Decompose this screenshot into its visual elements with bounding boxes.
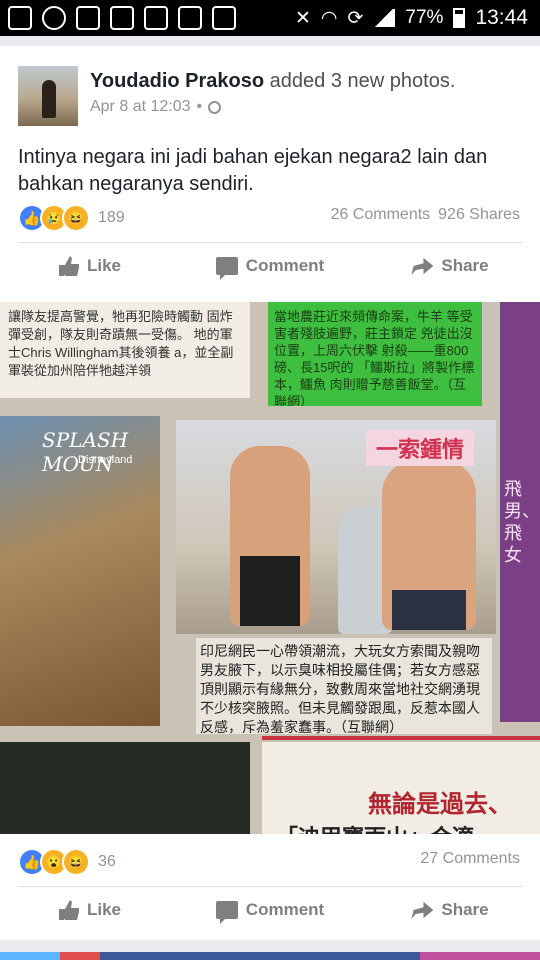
- person-figure: [382, 460, 476, 630]
- thumbs-up-icon: [58, 900, 79, 920]
- newspaper-splash-photo: SPLASH MOUN Disneyland: [0, 416, 160, 726]
- newspaper-main-photo: 一索鍾情: [176, 420, 496, 634]
- comment-button[interactable]: Comment: [180, 888, 360, 932]
- share-button[interactable]: Share: [360, 888, 540, 932]
- reactions-summary[interactable]: 👍 😢 😆 189: [18, 204, 125, 232]
- newspaper-red-rule: [262, 736, 540, 740]
- notification-icons: [8, 6, 236, 30]
- battery-percent: 77%: [405, 7, 444, 28]
- meta-separator: •: [196, 98, 203, 115]
- thumbs-up-icon: [58, 256, 79, 276]
- comment-label: Comment: [245, 900, 325, 919]
- clock: 13:44: [475, 6, 528, 29]
- like-button[interactable]: Like: [0, 244, 180, 288]
- splash-title: SPLASH MOUN: [42, 428, 129, 476]
- newspaper-headline: 無論是過去、: [368, 791, 512, 818]
- person-figure: [230, 446, 310, 626]
- comment-count[interactable]: 27 Comments: [420, 850, 520, 868]
- post-stats: 27 Comments: [420, 850, 520, 868]
- divider: [18, 242, 522, 243]
- pants-shape: [392, 590, 466, 630]
- comment-count[interactable]: 26 Comments: [331, 206, 431, 224]
- share-button[interactable]: Share: [360, 244, 540, 288]
- comment-icon: [215, 257, 238, 280]
- mute-icon: ✕: [294, 7, 311, 29]
- color-strip: [0, 952, 60, 960]
- color-strip: [60, 952, 100, 960]
- newspaper-green-box: 當地農莊近來頻傳命案，牛羊 等受害者殘肢遍野，莊主鎖定 兇徒出沒位置，上周六伏擊…: [268, 302, 482, 406]
- post-text: Intinya negara ini jadi bahan ejekan neg…: [18, 146, 488, 195]
- reaction-count: 36: [98, 853, 116, 870]
- share-icon: [411, 901, 434, 919]
- chat-bubble-icon: [8, 6, 32, 30]
- pants-shape: [240, 556, 300, 626]
- share-label: Share: [441, 256, 489, 275]
- post-action: added 3 new photos.: [269, 70, 456, 92]
- gmail-icon: [178, 6, 202, 30]
- newspaper-headline-secondary: 「迪甲寶雨山」合適: [276, 820, 474, 834]
- post-date[interactable]: Apr 8 at 12:03: [90, 98, 191, 116]
- feed-post-card: Youdadio Prakoso added 3 new photos. Apr…: [0, 46, 540, 940]
- post-photo[interactable]: 讓隊友提高警覺，牠再犯險時觸動 固炸彈受創，隊友則奇蹟無一受傷。 地的軍士Chr…: [0, 302, 540, 834]
- avatar[interactable]: [18, 66, 78, 126]
- gmail-icon: [76, 6, 100, 30]
- splash-subtitle: Disneyland: [78, 454, 133, 466]
- wifi-icon: ◠: [320, 7, 338, 29]
- newspaper-banner: 一索鍾情: [366, 430, 475, 466]
- divider: [18, 886, 522, 887]
- newspaper-vertical-text: 飛男、飛女: [504, 479, 540, 565]
- comment-label: Comment: [245, 256, 325, 275]
- post-stats: 26 Comments 926 Shares: [331, 206, 520, 224]
- status-right: ✕ ◠ ⟳ 77% 13:44: [295, 0, 528, 36]
- globe-icon: [208, 100, 222, 114]
- sync-icon: ⟳: [347, 7, 364, 29]
- author-name[interactable]: Youdadio Prakoso: [90, 70, 264, 92]
- share-count[interactable]: 926 Shares: [438, 206, 520, 224]
- like-label: Like: [86, 256, 122, 275]
- like-label: Like: [86, 900, 122, 919]
- color-strip: [420, 952, 540, 960]
- haha-reaction-icon: 😆: [62, 848, 90, 876]
- next-post-strip: [0, 952, 540, 960]
- comment-icon: [215, 901, 238, 924]
- post-meta: Apr 8 at 12:03 •: [90, 98, 222, 116]
- post-actions: Like Comment Share: [0, 888, 540, 932]
- image-icon: [110, 6, 134, 30]
- share-icon: [411, 257, 434, 275]
- instagram-icon: [212, 6, 236, 30]
- signal-icon: [373, 9, 396, 27]
- haha-reaction-icon: 😆: [62, 204, 90, 232]
- status-bar: ✕ ◠ ⟳ 77% 13:44: [0, 0, 540, 36]
- newspaper-dark-block: [0, 742, 250, 834]
- avatar-figure: [42, 80, 56, 118]
- post-header: Youdadio Prakoso added 3 new photos.: [90, 70, 455, 93]
- post-actions: Like Comment Share: [0, 244, 540, 288]
- instagram-icon: [144, 6, 168, 30]
- newspaper-text-block: 讓隊友提高警覺，牠再犯險時觸動 固炸彈受創，隊友則奇蹟無一受傷。 地的軍士Chr…: [0, 302, 250, 398]
- newspaper-caption: 印尼網民一心帶領潮流，大玩女方索聞及親吻男友腋下，以示臭味相投屬佳偶；若女方感惡…: [196, 638, 492, 734]
- like-button[interactable]: Like: [0, 888, 180, 932]
- share-label: Share: [441, 900, 489, 919]
- reaction-count: 189: [98, 209, 125, 226]
- battery-icon: [453, 8, 466, 28]
- reactions-summary[interactable]: 👍 😮 😆 36: [18, 848, 116, 876]
- comment-button[interactable]: Comment: [180, 244, 360, 288]
- whatsapp-icon: [42, 6, 66, 30]
